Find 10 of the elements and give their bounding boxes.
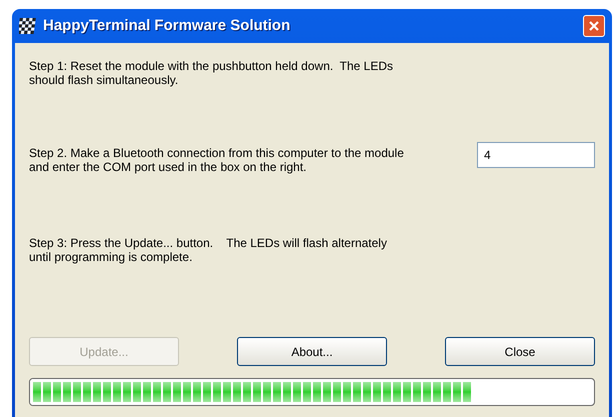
close-button[interactable]: [583, 15, 605, 37]
checkered-flag-icon: [19, 17, 37, 35]
close-button[interactable]: Close: [445, 337, 595, 366]
step-instruction: Step 2. Make a Bluetooth connection from this computer to the module and enter the COM port used in the box on the right.: [29, 146, 404, 174]
com-port-field[interactable]: 4: [477, 142, 595, 168]
step-instruction: Step 3: Press the Update... button. The LEDs will flash alternately until programming is complete.: [29, 236, 387, 264]
window-title: HappyTerminal Formware Solution: [43, 16, 292, 36]
step-instruction: Step 1: Reset the module with the pushbutton held down. The LEDs should flash simultaneously.: [29, 59, 394, 87]
close-icon: [588, 20, 600, 32]
about-button[interactable]: About...: [237, 337, 387, 366]
